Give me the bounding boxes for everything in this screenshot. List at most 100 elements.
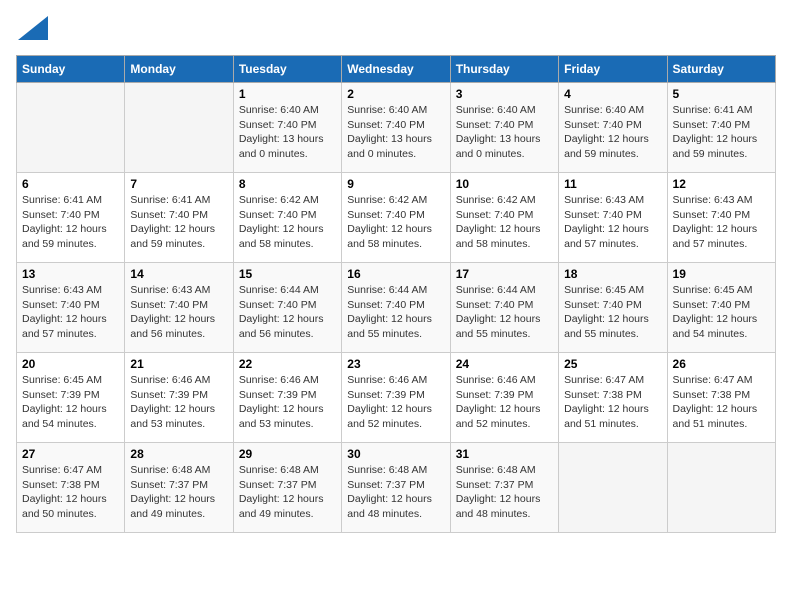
day-number: 6 — [22, 177, 119, 191]
calendar-cell: 12 Sunrise: 6:43 AMSunset: 7:40 PMDayligh… — [667, 173, 775, 263]
calendar-week-row: 6 Sunrise: 6:41 AMSunset: 7:40 PMDaylight… — [17, 173, 776, 263]
day-number: 8 — [239, 177, 336, 191]
page-header — [16, 16, 776, 45]
day-number: 11 — [564, 177, 661, 191]
day-number: 9 — [347, 177, 444, 191]
day-number: 21 — [130, 357, 227, 371]
day-number: 4 — [564, 87, 661, 101]
day-info: Sunrise: 6:43 AMSunset: 7:40 PMDaylight:… — [564, 193, 661, 252]
day-header-saturday: Saturday — [667, 56, 775, 83]
calendar-cell — [667, 443, 775, 533]
day-number: 23 — [347, 357, 444, 371]
calendar-week-row: 13 Sunrise: 6:43 AMSunset: 7:40 PMDayligh… — [17, 263, 776, 353]
calendar-cell — [17, 83, 125, 173]
day-number: 7 — [130, 177, 227, 191]
day-number: 29 — [239, 447, 336, 461]
calendar-cell: 31Sunrise: 6:48 AMSunset: 7:37 PMDayligh… — [450, 443, 558, 533]
calendar-cell: 15 Sunrise: 6:44 AMSunset: 7:40 PMDayligh… — [233, 263, 341, 353]
day-info: Sunrise: 6:46 AMSunset: 7:39 PMDaylight:… — [456, 373, 553, 432]
calendar-cell: 25 Sunrise: 6:47 AMSunset: 7:38 PMDayligh… — [559, 353, 667, 443]
calendar-cell: 28 Sunrise: 6:48 AMSunset: 7:37 PMDayligh… — [125, 443, 233, 533]
day-info: Sunrise: 6:45 AMSunset: 7:39 PMDaylight:… — [22, 373, 119, 432]
day-info: Sunrise: 6:41 AMSunset: 7:40 PMDaylight:… — [130, 193, 227, 252]
logo — [16, 16, 48, 45]
calendar-cell: 14 Sunrise: 6:43 AMSunset: 7:40 PMDayligh… — [125, 263, 233, 353]
day-number: 10 — [456, 177, 553, 191]
day-number: 22 — [239, 357, 336, 371]
calendar-cell: 23 Sunrise: 6:46 AMSunset: 7:39 PMDayligh… — [342, 353, 450, 443]
logo-icon — [18, 16, 48, 40]
day-info: Sunrise: 6:45 AMSunset: 7:40 PMDaylight:… — [564, 283, 661, 342]
day-number: 12 — [673, 177, 770, 191]
day-info: Sunrise: 6:47 AMSunset: 7:38 PMDaylight:… — [673, 373, 770, 432]
day-header-thursday: Thursday — [450, 56, 558, 83]
calendar-cell: 9 Sunrise: 6:42 AMSunset: 7:40 PMDaylight… — [342, 173, 450, 263]
day-header-tuesday: Tuesday — [233, 56, 341, 83]
day-header-friday: Friday — [559, 56, 667, 83]
day-info: Sunrise: 6:42 AMSunset: 7:40 PMDaylight:… — [239, 193, 336, 252]
calendar-cell: 18Sunrise: 6:45 AMSunset: 7:40 PMDayligh… — [559, 263, 667, 353]
day-number: 25 — [564, 357, 661, 371]
calendar-cell: 29 Sunrise: 6:48 AMSunset: 7:37 PMDayligh… — [233, 443, 341, 533]
day-number: 30 — [347, 447, 444, 461]
day-info: Sunrise: 6:41 AMSunset: 7:40 PMDaylight:… — [673, 103, 770, 162]
day-info: Sunrise: 6:48 AMSunset: 7:37 PMDaylight:… — [130, 463, 227, 522]
day-info: Sunrise: 6:46 AMSunset: 7:39 PMDaylight:… — [347, 373, 444, 432]
calendar-week-row: 20 Sunrise: 6:45 AMSunset: 7:39 PMDayligh… — [17, 353, 776, 443]
day-number: 1 — [239, 87, 336, 101]
day-number: 26 — [673, 357, 770, 371]
day-number: 19 — [673, 267, 770, 281]
calendar-cell: 6 Sunrise: 6:41 AMSunset: 7:40 PMDaylight… — [17, 173, 125, 263]
calendar-header-row: SundayMondayTuesdayWednesdayThursdayFrid… — [17, 56, 776, 83]
day-number: 13 — [22, 267, 119, 281]
day-number: 28 — [130, 447, 227, 461]
day-number: 16 — [347, 267, 444, 281]
day-info: Sunrise: 6:41 AMSunset: 7:40 PMDaylight:… — [22, 193, 119, 252]
calendar-cell: 16 Sunrise: 6:44 AMSunset: 7:40 PMDayligh… — [342, 263, 450, 353]
calendar-cell: 26 Sunrise: 6:47 AMSunset: 7:38 PMDayligh… — [667, 353, 775, 443]
day-number: 3 — [456, 87, 553, 101]
calendar-cell: 20 Sunrise: 6:45 AMSunset: 7:39 PMDayligh… — [17, 353, 125, 443]
day-info: Sunrise: 6:46 AMSunset: 7:39 PMDaylight:… — [130, 373, 227, 432]
day-header-sunday: Sunday — [17, 56, 125, 83]
day-info: Sunrise: 6:44 AMSunset: 7:40 PMDaylight:… — [347, 283, 444, 342]
day-number: 5 — [673, 87, 770, 101]
calendar-cell: 13 Sunrise: 6:43 AMSunset: 7:40 PMDayligh… — [17, 263, 125, 353]
day-info: Sunrise: 6:43 AMSunset: 7:40 PMDaylight:… — [22, 283, 119, 342]
day-number: 14 — [130, 267, 227, 281]
day-info: Sunrise: 6:48 AMSunset: 7:37 PMDaylight:… — [239, 463, 336, 522]
calendar-cell: 10 Sunrise: 6:42 AMSunset: 7:40 PMDayligh… — [450, 173, 558, 263]
day-info: Sunrise: 6:43 AMSunset: 7:40 PMDaylight:… — [673, 193, 770, 252]
day-number: 24 — [456, 357, 553, 371]
day-number: 15 — [239, 267, 336, 281]
day-info: Sunrise: 6:44 AMSunset: 7:40 PMDaylight:… — [239, 283, 336, 342]
day-info: Sunrise: 6:47 AMSunset: 7:38 PMDaylight:… — [564, 373, 661, 432]
calendar-cell: 5 Sunrise: 6:41 AMSunset: 7:40 PMDaylight… — [667, 83, 775, 173]
day-info: Sunrise: 6:47 AMSunset: 7:38 PMDaylight:… — [22, 463, 119, 522]
day-info: Sunrise: 6:42 AMSunset: 7:40 PMDaylight:… — [347, 193, 444, 252]
day-info: Sunrise: 6:40 AMSunset: 7:40 PMDaylight:… — [564, 103, 661, 162]
day-header-monday: Monday — [125, 56, 233, 83]
calendar-table: SundayMondayTuesdayWednesdayThursdayFrid… — [16, 55, 776, 533]
day-number: 20 — [22, 357, 119, 371]
calendar-cell: 24 Sunrise: 6:46 AMSunset: 7:39 PMDayligh… — [450, 353, 558, 443]
day-info: Sunrise: 6:40 AMSunset: 7:40 PMDaylight:… — [347, 103, 444, 162]
calendar-cell: 7 Sunrise: 6:41 AMSunset: 7:40 PMDaylight… — [125, 173, 233, 263]
calendar-cell — [125, 83, 233, 173]
calendar-cell: 4 Sunrise: 6:40 AMSunset: 7:40 PMDaylight… — [559, 83, 667, 173]
calendar-cell: 27 Sunrise: 6:47 AMSunset: 7:38 PMDayligh… — [17, 443, 125, 533]
day-info: Sunrise: 6:44 AMSunset: 7:40 PMDaylight:… — [456, 283, 553, 342]
calendar-cell — [559, 443, 667, 533]
calendar-cell: 22 Sunrise: 6:46 AMSunset: 7:39 PMDayligh… — [233, 353, 341, 443]
day-info: Sunrise: 6:45 AMSunset: 7:40 PMDaylight:… — [673, 283, 770, 342]
day-number: 31 — [456, 447, 553, 461]
day-info: Sunrise: 6:40 AMSunset: 7:40 PMDaylight:… — [456, 103, 553, 162]
calendar-cell: 21 Sunrise: 6:46 AMSunset: 7:39 PMDayligh… — [125, 353, 233, 443]
calendar-cell: 30Sunrise: 6:48 AMSunset: 7:37 PMDayligh… — [342, 443, 450, 533]
day-info: Sunrise: 6:43 AMSunset: 7:40 PMDaylight:… — [130, 283, 227, 342]
day-number: 27 — [22, 447, 119, 461]
day-info: Sunrise: 6:40 AMSunset: 7:40 PMDaylight:… — [239, 103, 336, 162]
calendar-cell: 1 Sunrise: 6:40 AMSunset: 7:40 PMDaylight… — [233, 83, 341, 173]
day-info: Sunrise: 6:46 AMSunset: 7:39 PMDaylight:… — [239, 373, 336, 432]
day-info: Sunrise: 6:42 AMSunset: 7:40 PMDaylight:… — [456, 193, 553, 252]
